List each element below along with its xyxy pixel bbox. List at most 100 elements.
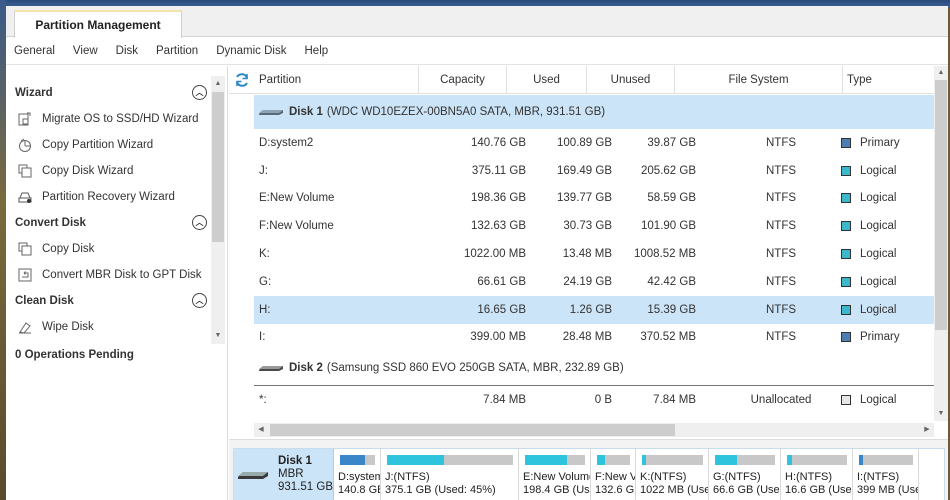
partition-file-system: NTFS	[765, 303, 797, 316]
scrollbar-thumb[interactable]	[270, 424, 675, 436]
disk-size: 931.51 GB	[278, 481, 333, 493]
table-horizontal-scrollbar[interactable]: ◀ ▶	[254, 423, 934, 437]
disk-map-partition[interactable]: D:system2140.8 GB	[334, 449, 381, 500]
collapse-chevron-up-icon[interactable]: ︿	[192, 293, 207, 308]
scrollbar-thumb[interactable]	[935, 80, 947, 330]
sidebar-item-migrate-os[interactable]: Migrate OS to SSD/HD Wizard	[6, 106, 211, 132]
partition-capacity: 132.63 GB	[471, 220, 526, 233]
partition-unused: 370.52 MB	[640, 331, 696, 344]
sidebar-item-copy-disk-wizard[interactable]: Copy Disk Wizard	[6, 158, 211, 184]
disk-row-disk1[interactable]: Disk 1 (WDC WD10EZEX-00BN5A0 SATA, MBR, …	[254, 95, 936, 129]
partition-label: E:New Volume	[523, 471, 591, 483]
partition-info: 16.6 GB (Used	[785, 484, 853, 496]
disk-name: Disk 2	[289, 362, 323, 375]
menu-view[interactable]: View	[73, 45, 98, 57]
usage-bar	[787, 455, 847, 465]
partition-unused: 58.59 GB	[647, 192, 696, 205]
collapse-chevron-up-icon[interactable]: ︿	[192, 215, 207, 230]
partition-name: J:	[259, 164, 268, 177]
menu-help[interactable]: Help	[305, 45, 329, 57]
menu-disk[interactable]: Disk	[116, 45, 138, 57]
usage-bar-fill	[859, 455, 863, 465]
sidebar-scrollbar[interactable]: ▲ ▼	[211, 76, 225, 344]
disk-detail: (Samsung SSD 860 EVO 250GB SATA, MBR, 23…	[326, 362, 624, 375]
sidebar-item-wipe-disk[interactable]: Wipe Disk	[6, 314, 211, 340]
type-color-swatch-icon	[841, 304, 851, 315]
partition-row[interactable]: J: 375.11 GB 169.49 GB 205.62 GB NTFS Logical	[254, 157, 936, 185]
type-color-swatch-icon	[841, 137, 851, 148]
scrollbar-thumb[interactable]	[212, 92, 224, 242]
partition-used: 13.48 MB	[562, 248, 612, 261]
disk-map-partition[interactable]: J:(NTFS) 375.1 GB (Used: 45%)	[381, 449, 519, 500]
section-title: Clean Disk	[15, 295, 74, 307]
scroll-up-icon[interactable]: ▲	[211, 78, 225, 90]
partition-used: 139.77 GB	[557, 192, 612, 205]
sidebar-item-copy-disk[interactable]: Copy Disk	[6, 236, 211, 262]
sidebar-item-label: Copy Disk	[42, 243, 95, 255]
section-title: Wizard	[15, 87, 53, 99]
scroll-left-icon[interactable]: ◀	[254, 423, 268, 437]
sidebar-item-label: Convert MBR Disk to GPT Disk	[42, 269, 202, 281]
usage-bar	[597, 455, 630, 465]
partition-type: Logical	[841, 296, 941, 324]
menu-dynamic-disk[interactable]: Dynamic Disk	[216, 45, 286, 57]
convert-mbr-gpt-icon	[18, 268, 32, 282]
type-color-swatch-icon	[841, 193, 851, 204]
sidebar-item-convert-mbr-gpt[interactable]: Convert MBR Disk to GPT Disk	[6, 262, 211, 288]
menu-general[interactable]: General	[14, 45, 55, 57]
scroll-up-icon[interactable]: ▲	[934, 67, 948, 79]
sidebar-item-copy-partition-wizard[interactable]: Copy Partition Wizard	[6, 132, 211, 158]
disk-scheme: MBR	[278, 468, 304, 480]
partition-row[interactable]: K: 1022.00 MB 13.48 MB 1008.52 MB NTFS Logica…	[254, 240, 936, 268]
disk-map-partition[interactable]: K:(NTFS) 1022 MB (Used	[636, 449, 709, 500]
disk-map-partition[interactable]: E:New Volume198.4 GB (Used	[519, 449, 591, 500]
tab-partition-management[interactable]: Partition Management	[14, 10, 182, 38]
disk-map-partition[interactable]: F:New Volume132.6 GB	[591, 449, 636, 500]
wipe-disk-icon	[18, 320, 32, 334]
column-header-used[interactable]: Used	[507, 66, 587, 94]
disk-name: Disk 1	[289, 106, 323, 118]
partition-row[interactable]: D:system2 140.76 GB 100.89 GB 39.87 GB NTFS P…	[254, 129, 936, 157]
disk-map-partition[interactable]: H:(NTFS) 16.6 GB (Used	[781, 449, 853, 500]
type-color-swatch-icon	[841, 221, 851, 232]
partition-row[interactable]: I: 399.00 MB 28.48 MB 370.52 MB NTFS Primary	[254, 324, 936, 352]
column-header-capacity[interactable]: Capacity	[419, 66, 507, 94]
collapse-chevron-up-icon[interactable]: ︿	[192, 85, 207, 100]
usage-bar-fill	[787, 455, 792, 465]
menu-partition[interactable]: Partition	[156, 45, 198, 57]
menu-bar: General View Disk Partition Dynamic Disk…	[6, 38, 948, 65]
table-header: Partition Capacity Used Unused File Syst…	[229, 66, 941, 94]
partition-label: K:(NTFS)	[640, 471, 687, 483]
partition-row[interactable]: G: 66.61 GB 24.19 GB 42.42 GB NTFS Logical	[254, 268, 936, 296]
partition-row[interactable]: H: 16.65 GB 1.26 GB 15.39 GB NTFS Logical	[254, 295, 936, 324]
column-header-type[interactable]: Type	[843, 66, 933, 94]
scroll-right-icon[interactable]: ▶	[920, 423, 934, 437]
scroll-down-icon[interactable]: ▼	[211, 330, 225, 342]
scroll-down-icon[interactable]: ▼	[934, 408, 948, 420]
disk-map-partition[interactable]: G:(NTFS) 66.6 GB (Used	[709, 449, 781, 500]
section-title: Convert Disk	[15, 217, 86, 229]
partition-row[interactable]: *: 7.84 MB 0 B 7.84 MB Unallocated Logical	[254, 386, 936, 414]
partition-row[interactable]: F:New Volume 132.63 GB 30.73 GB 101.90 GB NT…	[254, 212, 936, 240]
partition-file-system: NTFS	[765, 220, 797, 233]
partition-unused: 1008.52 MB	[633, 248, 696, 261]
copy-disk-icon	[18, 242, 32, 256]
disk-map-partition[interactable]: I:(NTFS)399 MB (Used	[853, 449, 919, 500]
partition-type: Logical	[841, 386, 941, 414]
partition-type: Logical	[841, 157, 941, 185]
table-vertical-scrollbar[interactable]: ▲ ▼	[934, 66, 948, 421]
partition-row[interactable]: E:New Volume 198.36 GB 139.77 GB 58.59 GB NT…	[254, 185, 936, 213]
sidebar-item-partition-recovery[interactable]: Partition Recovery Wizard	[6, 184, 211, 210]
usage-bar	[859, 455, 913, 465]
disk-row-disk2[interactable]: Disk 2 (Samsung SSD 860 EVO 250GB SATA, …	[254, 351, 936, 385]
refresh-icon[interactable]	[234, 72, 250, 88]
disk-map-disk1[interactable]: Disk 1 MBR 931.51 GB	[234, 449, 334, 500]
column-header-unused[interactable]: Unused	[587, 66, 675, 94]
partition-type-label: Logical	[860, 248, 897, 261]
column-header-file-system[interactable]: File System	[675, 66, 843, 94]
partition-recovery-icon	[18, 190, 32, 204]
hard-disk-icon	[259, 366, 283, 372]
column-header-partition[interactable]: Partition	[259, 66, 419, 94]
usage-bar	[642, 455, 703, 465]
usage-bar	[525, 455, 585, 465]
